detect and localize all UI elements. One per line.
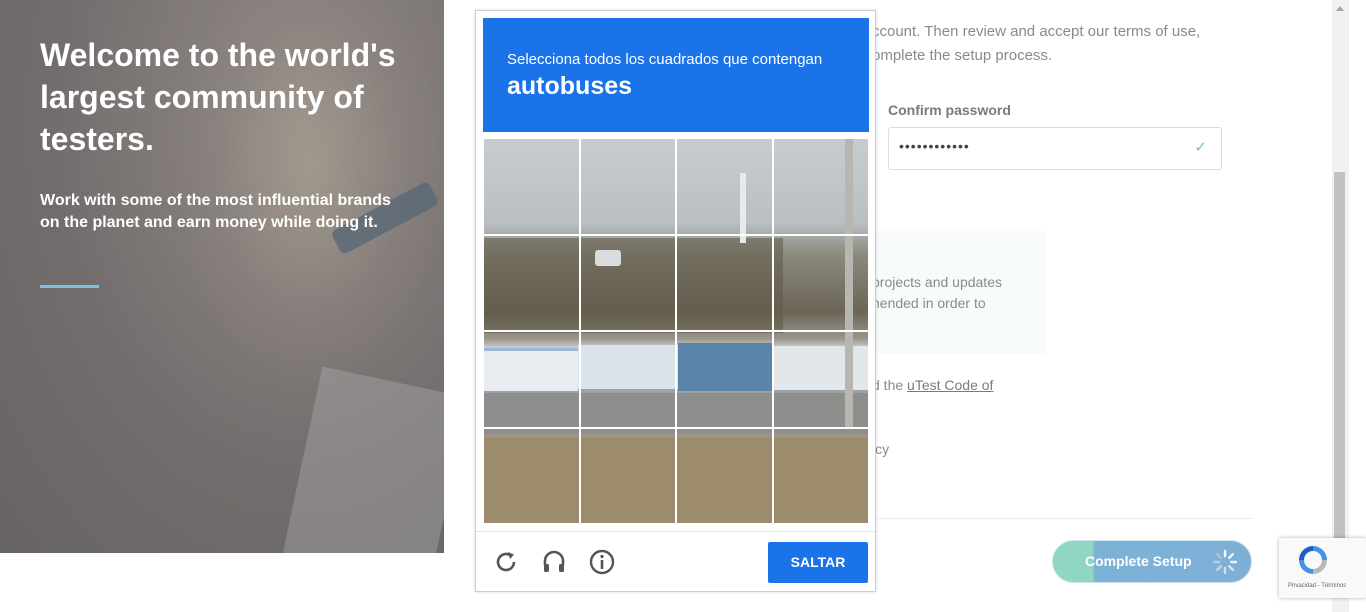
captcha-tile[interactable] [772, 138, 869, 235]
audio-icon[interactable] [540, 548, 568, 576]
code-prefix: d the [872, 377, 908, 393]
captcha-footer: SALTAR [476, 531, 875, 592]
captcha-tile[interactable] [579, 234, 676, 331]
captcha-tile[interactable] [483, 234, 580, 331]
hero-title: Welcome to the world's largest community… [40, 37, 396, 157]
captcha-tile[interactable] [483, 427, 580, 524]
captcha-header: Selecciona todos los cuadrados que conte… [483, 18, 869, 132]
scrollbar-thumb[interactable] [1334, 172, 1345, 542]
form-intro-line: ccount. Then review and accept our terms… [872, 23, 1201, 40]
scroll-up-arrow-icon[interactable] [1336, 6, 1344, 11]
captcha-challenge: Selecciona todos los cuadrados que conte… [475, 10, 876, 592]
captcha-target: autobuses [507, 72, 633, 100]
captcha-tile[interactable] [772, 234, 869, 331]
confirm-password-field[interactable]: •••••••••••• ✓ [888, 127, 1222, 170]
captcha-tile[interactable] [579, 138, 676, 235]
code-of-conduct-text: d the uTest Code of [872, 377, 993, 393]
captcha-tile[interactable] [676, 331, 773, 428]
captcha-image-grid [483, 138, 869, 524]
info-text-line: projects and updates [872, 274, 1002, 290]
info-text: projects and updates nended in order to [872, 272, 1042, 314]
form-intro: ccount. Then review and accept our terms… [872, 20, 1232, 68]
captcha-instruction: Selecciona todos los cuadrados que conte… [507, 51, 823, 68]
confirm-password-value: •••••••••••• [899, 138, 970, 154]
captcha-tile[interactable] [483, 331, 580, 428]
form-intro-line: omplete the setup process. [872, 47, 1053, 64]
page-scrollbar[interactable] [1332, 0, 1349, 612]
check-icon: ✓ [1194, 139, 1207, 156]
captcha-tile[interactable] [676, 138, 773, 235]
recaptcha-legal-text[interactable]: Privacidad - Términos [1288, 583, 1346, 589]
recaptcha-badge[interactable]: Privacidad - Términos [1279, 538, 1366, 598]
captcha-tile[interactable] [676, 234, 773, 331]
captcha-tile[interactable] [772, 331, 869, 428]
skip-button[interactable]: SALTAR [768, 542, 868, 583]
info-icon[interactable] [588, 548, 616, 576]
complete-setup-button[interactable]: Complete Setup [1052, 540, 1252, 583]
loading-spinner-icon [1212, 549, 1238, 575]
hero-subtitle: Work with some of the most influential b… [40, 192, 391, 231]
recaptcha-logo-icon [1299, 546, 1327, 574]
complete-setup-label: Complete Setup [1085, 553, 1192, 569]
captcha-tile[interactable] [483, 138, 580, 235]
hero-panel: Welcome to the world's largest community… [0, 0, 444, 553]
captcha-tile[interactable] [772, 427, 869, 524]
code-of-conduct-link[interactable]: uTest Code of [907, 377, 993, 393]
captcha-tile[interactable] [676, 427, 773, 524]
form-divider [872, 518, 1254, 519]
captcha-tile[interactable] [579, 427, 676, 524]
hero-accent-rule [40, 285, 99, 288]
reload-icon[interactable] [492, 548, 520, 576]
info-text-line: nended in order to [872, 295, 986, 311]
captcha-tile[interactable] [579, 331, 676, 428]
confirm-password-label: Confirm password [888, 102, 1011, 118]
